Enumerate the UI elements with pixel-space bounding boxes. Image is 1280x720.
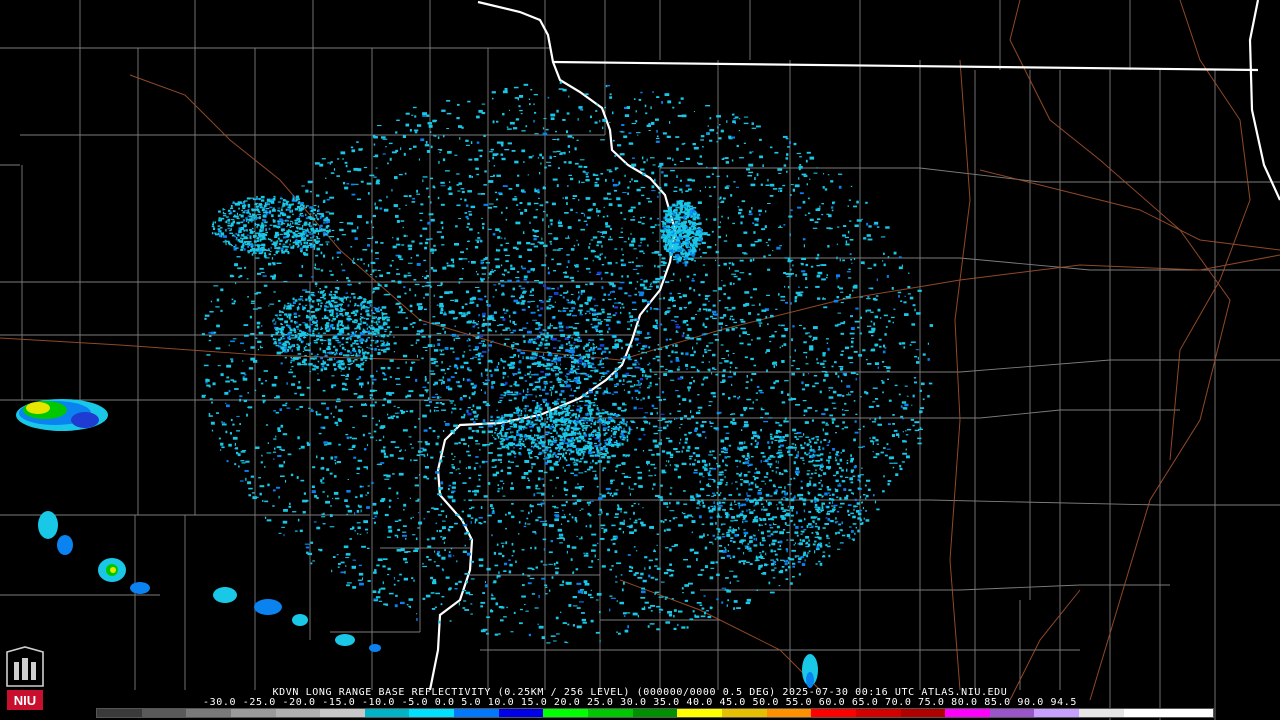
color-swatch: [97, 709, 142, 717]
color-swatch: [543, 709, 589, 717]
color-swatch: [945, 709, 990, 717]
color-swatch: [721, 709, 767, 717]
storm-cells: [16, 399, 818, 688]
color-swatch: [989, 709, 1035, 717]
color-scale-bar: [96, 708, 1214, 718]
color-swatch: [454, 709, 499, 717]
color-swatch: [186, 709, 231, 717]
color-swatch: [1079, 709, 1124, 717]
color-swatch: [320, 709, 365, 717]
color-swatch: [364, 709, 410, 717]
color-swatch: [1123, 709, 1169, 717]
color-swatch: [811, 709, 856, 717]
county-lines: [0, 0, 1280, 720]
state-borders: [428, 0, 1280, 691]
color-swatch: [409, 709, 455, 717]
color-swatch: [141, 709, 187, 717]
color-swatch: [1034, 709, 1080, 717]
radar-site-marker: [561, 358, 571, 368]
color-swatch: [855, 709, 901, 717]
color-swatch: [900, 709, 946, 717]
color-swatch: [632, 709, 678, 717]
color-scale-labels: -30.0 -25.0 -20.0 -15.0 -10.0 -5.0 0.0 5…: [203, 697, 1077, 708]
color-swatch: [766, 709, 812, 717]
color-swatch: [1168, 709, 1214, 717]
color-swatch: [275, 709, 321, 717]
color-swatch: [677, 709, 722, 717]
highways: [0, 0, 1280, 701]
color-swatch: [498, 709, 544, 717]
color-swatch: [230, 709, 276, 717]
radar-map: [0, 0, 1280, 720]
color-swatch: [588, 709, 633, 717]
